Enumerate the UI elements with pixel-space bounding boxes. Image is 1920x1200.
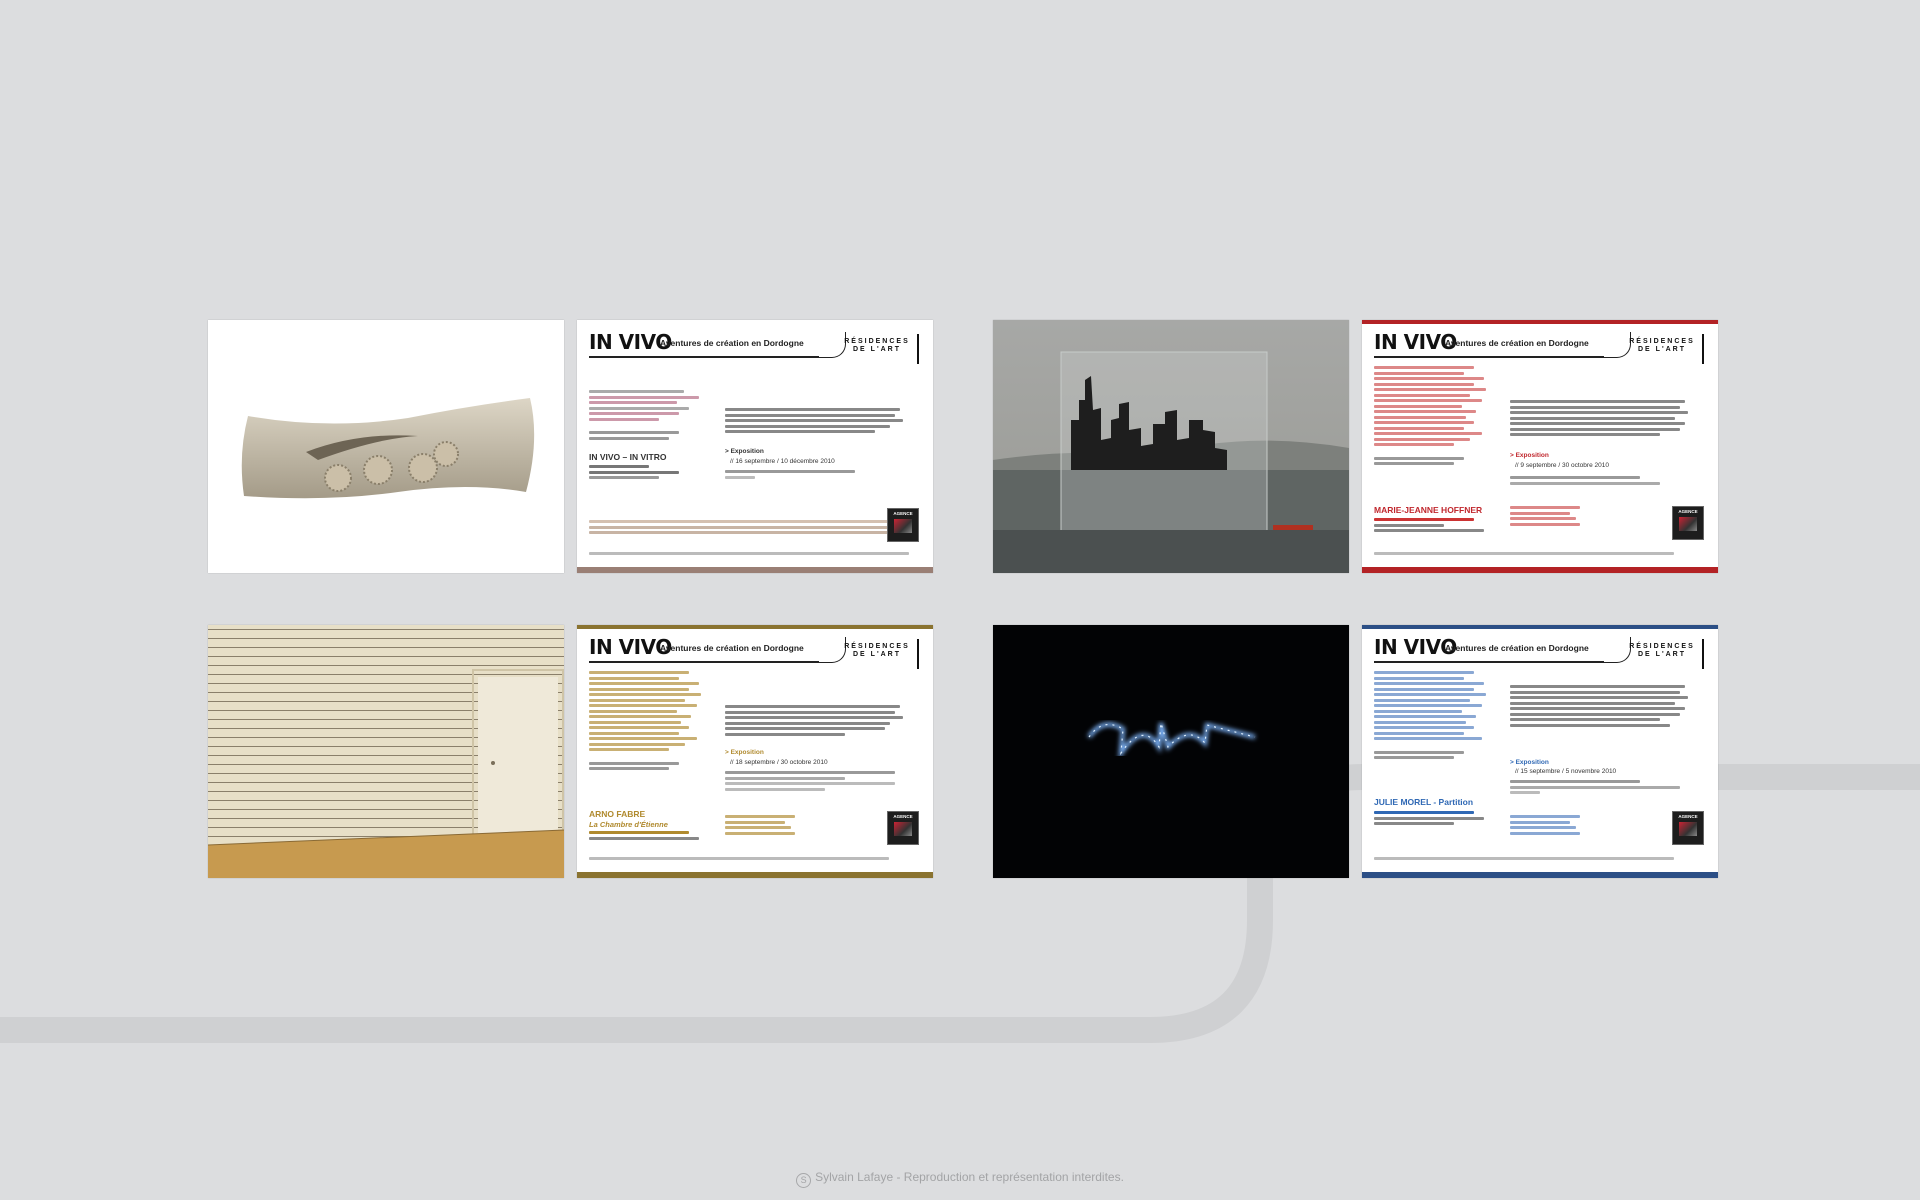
artwork-photo-city-glass[interactable]: [993, 320, 1349, 573]
card-subtitle: Aventures de création en Dordogne: [1445, 338, 1589, 348]
copyright-text: Sylvain Lafaye - Reproduction et représe…: [815, 1170, 1124, 1184]
card-expo-label: > Exposition: [725, 448, 764, 455]
card-expo-dates: // 16 septembre / 10 décembre 2010: [730, 458, 835, 465]
card-artist-title: MARIE-JEANNE HOFFNER: [1374, 505, 1483, 515]
card-hours-lines: [725, 470, 905, 481]
invitation-card-julie-morel[interactable]: IN VIVO Aventures de création en Dordogn…: [1362, 625, 1718, 878]
neon-lights-image: [1087, 722, 1256, 761]
card-header-rule: [1374, 356, 1604, 358]
card-expo-dates: // 9 septembre / 30 octobre 2010: [1515, 462, 1609, 469]
card-footer-lines: [1374, 857, 1704, 863]
card-text-column-left: [589, 671, 707, 773]
card-venue-lines: [589, 831, 707, 842]
card-venue-lines: [589, 465, 707, 482]
copyright-footer: S Sylvain Lafaye - Reproduction et représ…: [0, 1170, 1920, 1188]
card-venue-lines: [1374, 518, 1492, 535]
residences-bar: [1702, 334, 1704, 364]
card-footer-lines: [589, 857, 919, 863]
residences-logo: RÉSIDENCES DE L'ART: [844, 338, 910, 353]
card-subtitle: Aventures de création en Dordogne: [1445, 643, 1589, 653]
card-hours-lines: [1510, 476, 1690, 487]
card-text-column-left: [589, 390, 707, 442]
card-expo-dates: // 15 septembre / 5 novembre 2010: [1515, 768, 1617, 775]
agence-logo: AGENCE: [1672, 811, 1704, 845]
card-contacts: [589, 520, 919, 537]
invitation-card-in-vitro[interactable]: IN VIVO Aventures de création en Dordogn…: [577, 320, 933, 573]
card-top-accent-bar: [577, 625, 933, 629]
copyright-icon: S: [796, 1173, 812, 1188]
residences-bar: [917, 334, 919, 364]
card-text-column-right: [725, 705, 905, 738]
card-contacts: [725, 815, 875, 837]
written-room-image: [208, 669, 564, 878]
card-footer-lines: [1374, 552, 1704, 558]
card-header-rule: [1374, 661, 1604, 663]
card-accent-bar: [1362, 567, 1718, 573]
invitation-card-arno-fabre[interactable]: IN VIVO Aventures de création en Dordogn…: [577, 625, 933, 878]
agence-logo: AGENCE: [1672, 506, 1704, 540]
residences-logo: RÉSIDENCES DE L'ART: [844, 643, 910, 658]
card-venue-lines: [1374, 811, 1492, 828]
card-top-accent-bar: [1362, 625, 1718, 629]
residences-bar: [1702, 639, 1704, 669]
residences-bar: [917, 639, 919, 669]
card-accent-bar: [1362, 872, 1718, 878]
artwork-photo-bone-sculpture[interactable]: [208, 320, 564, 573]
residences-logo: RÉSIDENCES DE L'ART: [1629, 643, 1695, 658]
card-contacts: [1510, 815, 1660, 837]
card-expo-label: > Exposition: [725, 749, 764, 756]
card-top-accent-bar: [1362, 320, 1718, 324]
card-header-rule: [589, 356, 819, 358]
card-expo-dates: // 18 septembre / 30 octobre 2010: [730, 759, 828, 766]
card-text-column-left: [1374, 671, 1492, 762]
agence-logo: AGENCE: [887, 508, 919, 542]
card-text-column-right: [725, 408, 905, 436]
card-artist-title: IN VIVO – IN VITRO: [589, 452, 667, 462]
card-expo-label: > Exposition: [1510, 452, 1549, 459]
card-header-rule: [589, 661, 819, 663]
bone-sculpture-image: [241, 398, 535, 499]
background-track: [0, 764, 1920, 1043]
card-text-column-right: [1510, 685, 1690, 729]
card-text-column-right: [1510, 400, 1690, 439]
card-artist-subtitle: La Chambre d'Étienne: [589, 820, 668, 829]
card-footer-lines: [589, 552, 919, 558]
card-contacts: [1510, 506, 1660, 528]
invitation-card-hoffner[interactable]: IN VIVO Aventures de création en Dordogn…: [1362, 320, 1718, 573]
card-accent-bar: [577, 872, 933, 878]
card-hours-lines: [1510, 780, 1690, 797]
card-artist-title: JULIE MOREL - Partition: [1374, 797, 1474, 807]
card-artist-title: ARNO FABRE: [589, 809, 646, 819]
residences-logo: RÉSIDENCES DE L'ART: [1629, 338, 1695, 353]
card-text-column-left: [1374, 366, 1492, 468]
card-expo-label: > Exposition: [1510, 759, 1549, 766]
city-on-glass-image: [993, 351, 1349, 573]
artwork-photo-neon-lights[interactable]: [993, 625, 1349, 878]
card-hours-lines: [725, 771, 905, 793]
card-accent-bar: [577, 567, 933, 573]
artwork-photo-written-room[interactable]: [208, 625, 564, 878]
agence-logo: AGENCE: [887, 811, 919, 845]
card-subtitle: Aventures de création en Dordogne: [660, 643, 804, 653]
card-subtitle: Aventures de création en Dordogne: [660, 338, 804, 348]
